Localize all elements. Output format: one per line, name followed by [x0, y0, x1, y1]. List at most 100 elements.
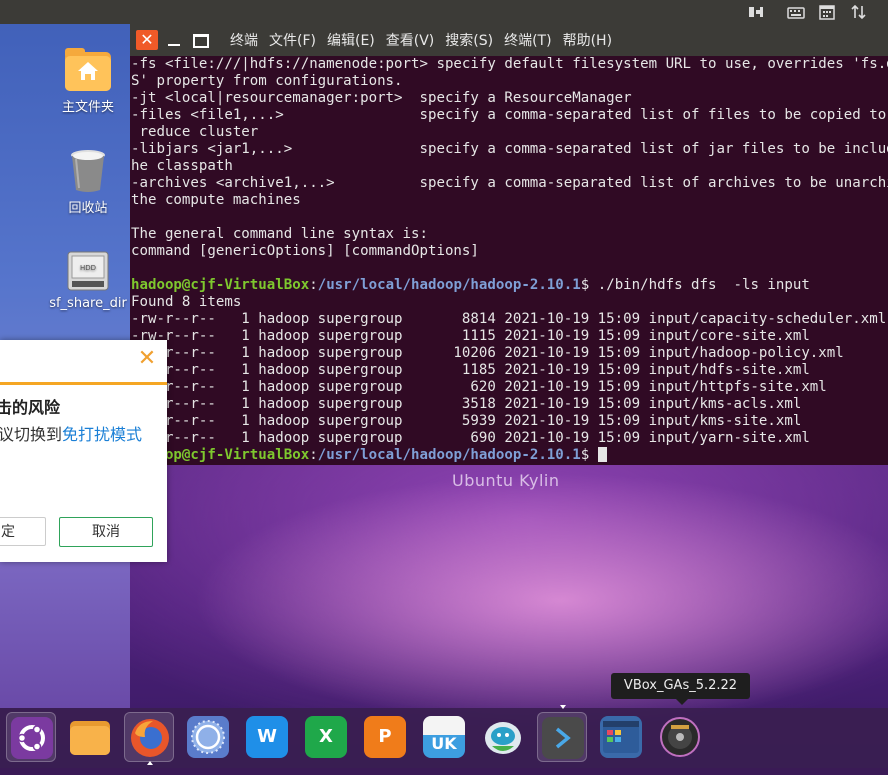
home-folder-icon [64, 46, 112, 92]
keyboard-icon[interactable] [787, 3, 805, 21]
minimize-button[interactable] [164, 30, 186, 50]
close-icon: ✕ [140, 30, 154, 49]
dock-app-assistant[interactable] [478, 712, 528, 762]
dock-app-software-center[interactable]: UK [419, 712, 469, 762]
software-center-label: UK [431, 734, 457, 753]
globe-icon [187, 716, 229, 758]
desktop-icon-share-label: sf_share_dir [49, 296, 127, 311]
prompt-path: /usr/local/hadoop/hadoop-2.10.1 [317, 447, 581, 463]
menu-search[interactable]: 搜索(S) [445, 30, 493, 50]
assistant-icon [482, 716, 524, 758]
dock-app-files[interactable] [65, 712, 115, 762]
hdd-icon: HDD [66, 250, 110, 292]
confirm-button[interactable]: 定 [0, 517, 46, 546]
prompt-user: hadoop@cjf-VirtualBox [131, 277, 310, 293]
firefox-icon [129, 717, 171, 759]
terminal-window[interactable]: ✕ 终端 文件(F) 编辑(E) 查看(V) 搜索(S) 终端(T) 帮助(H)… [130, 24, 888, 465]
desktop-icon-share[interactable]: HDD sf_share_dir [33, 250, 143, 311]
word-icon-letter: W [257, 726, 277, 747]
listing-row: -rw-r--r-- 1 hadoop supergroup 3518 2021… [131, 396, 802, 412]
terminal-output[interactable]: -fs <file:///|hdfs://namenode:port> spec… [131, 56, 888, 465]
final-prompt-line[interactable]: hadoop@cjf-VirtualBox:/usr/local/hadoop/… [131, 447, 888, 464]
found-count: Found 8 items [131, 294, 242, 310]
terminal-line: -libjars <jar1,...> specify a comma-sepa… [131, 141, 888, 157]
dialog-message-text: 议切换到 [0, 425, 63, 444]
dock-app-terminal[interactable] [537, 705, 587, 762]
ubuntu-logo-icon [11, 717, 53, 759]
close-icon: ✕ [137, 346, 157, 371]
listing-row: -rw-r--r-- 1 hadoop supergroup 8814 2021… [131, 311, 887, 327]
listing-row: -rw-r--r-- 1 hadoop supergroup 1115 2021… [131, 328, 810, 344]
terminal-icon [542, 717, 584, 759]
dock-app-vbox-gas[interactable] [655, 712, 705, 762]
sort-icon[interactable] [850, 3, 868, 21]
terminal-line: he classpath [131, 158, 233, 174]
dock-app-firefox[interactable] [124, 712, 174, 765]
menu-view[interactable]: 查看(V) [386, 30, 435, 50]
word-icon: W [246, 716, 288, 758]
menu-edit[interactable]: 编辑(E) [327, 30, 375, 50]
software-center-icon: UK [423, 716, 465, 758]
maximize-icon [193, 34, 209, 48]
presentation-icon-letter: P [378, 726, 392, 747]
calendar-icon[interactable] [818, 3, 836, 21]
cancel-button[interactable]: 取消 [59, 517, 153, 547]
terminal-line: command [genericOptions] [commandOptions… [131, 243, 479, 259]
minimize-icon [168, 44, 180, 46]
do-not-disturb-link[interactable]: 免打扰模式 [62, 425, 142, 444]
menu-help[interactable]: 帮助(H) [563, 30, 612, 50]
desktop-icon-trash[interactable]: 回收站 [33, 147, 143, 216]
terminal-titlebar[interactable]: ✕ 终端 文件(F) 编辑(E) 查看(V) 搜索(S) 终端(T) 帮助(H) [130, 24, 888, 56]
terminal-line: The general command line syntax is: [131, 226, 428, 242]
terminal-line: reduce cluster [131, 124, 259, 140]
desktop-icon-home[interactable]: 主文件夹 [33, 46, 143, 115]
dock-app-wps-spreadsheets[interactable]: X [301, 712, 351, 762]
menu-terminal[interactable]: 终端(T) [504, 30, 551, 50]
running-indicator [147, 761, 153, 765]
tooltip-arrow [676, 699, 688, 705]
dock-tooltip: VBox_GAs_5.2.22 [611, 673, 750, 699]
dock-app-wps-presentation[interactable]: P [360, 712, 410, 762]
terminal-line: -files <file1,...> specify a comma-separ… [131, 107, 888, 123]
cd-icon [659, 716, 701, 758]
terminal-menubar: 终端 文件(F) 编辑(E) 查看(V) 搜索(S) 终端(T) 帮助(H) [230, 24, 623, 56]
listing-row: -rw-r--r-- 1 hadoop supergroup 690 2021-… [131, 430, 810, 446]
listing-row: -rw-r--r-- 1 hadoop supergroup 5939 2021… [131, 413, 802, 429]
maximize-button[interactable] [190, 30, 212, 50]
dialog-close-button[interactable]: ✕ [136, 348, 158, 370]
prompt-command: $ ./bin/hdfs dfs -ls input [580, 277, 810, 293]
network-icon[interactable] [747, 3, 765, 21]
listing-row: -rw-r--r-- 1 hadoop supergroup 1185 2021… [131, 362, 810, 378]
terminal-cursor [597, 447, 607, 462]
menu-file[interactable]: 文件(F) [269, 30, 316, 50]
prompt-path: /usr/local/hadoop/hadoop-2.10.1 [317, 277, 581, 293]
notification-dialog[interactable]: ✕ 击的风险 议切换到免打扰模式 定 取消 [0, 340, 167, 562]
menu-terminal-title[interactable]: 终端 [230, 30, 258, 50]
dock-app-ubuntu-menu[interactable] [6, 712, 56, 762]
terminal-line: -jt <local|resourcemanager:port> specify… [131, 90, 632, 106]
spreadsheet-icon: X [305, 716, 347, 758]
desktop-watermark: Ubuntu Kylin [452, 471, 560, 490]
top-panel [0, 0, 888, 24]
presentation-icon: P [364, 716, 406, 758]
dock-app-wps-writer[interactable]: W [242, 712, 292, 762]
svg-text:HDD: HDD [80, 264, 96, 272]
dialog-message: 议切换到免打扰模式 [0, 421, 142, 445]
dialog-header: ✕ [0, 340, 167, 385]
listing-row: -rw-r--r-- 1 hadoop supergroup 10206 202… [131, 345, 844, 361]
desktop-icon-trash-label: 回收站 [68, 201, 108, 216]
spreadsheet-icon-letter: X [319, 726, 333, 747]
trash-icon [68, 147, 108, 193]
desktop-icon-home-label: 主文件夹 [61, 100, 114, 115]
terminal-line: the compute machines [131, 192, 301, 208]
dialog-title: 击的风险 [0, 398, 61, 417]
prompt-suffix: $ [580, 447, 598, 463]
dock-app-browser[interactable] [183, 712, 233, 762]
dock-app-workspaces[interactable] [596, 712, 646, 762]
terminal-line: -archives <archive1,...> specify a comma… [131, 175, 888, 191]
close-button[interactable]: ✕ [136, 30, 158, 50]
dock: W X P UK [0, 705, 888, 768]
listing-row: -rw-r--r-- 1 hadoop supergroup 620 2021-… [131, 379, 827, 395]
terminal-line: S' property from configurations. [131, 73, 403, 89]
